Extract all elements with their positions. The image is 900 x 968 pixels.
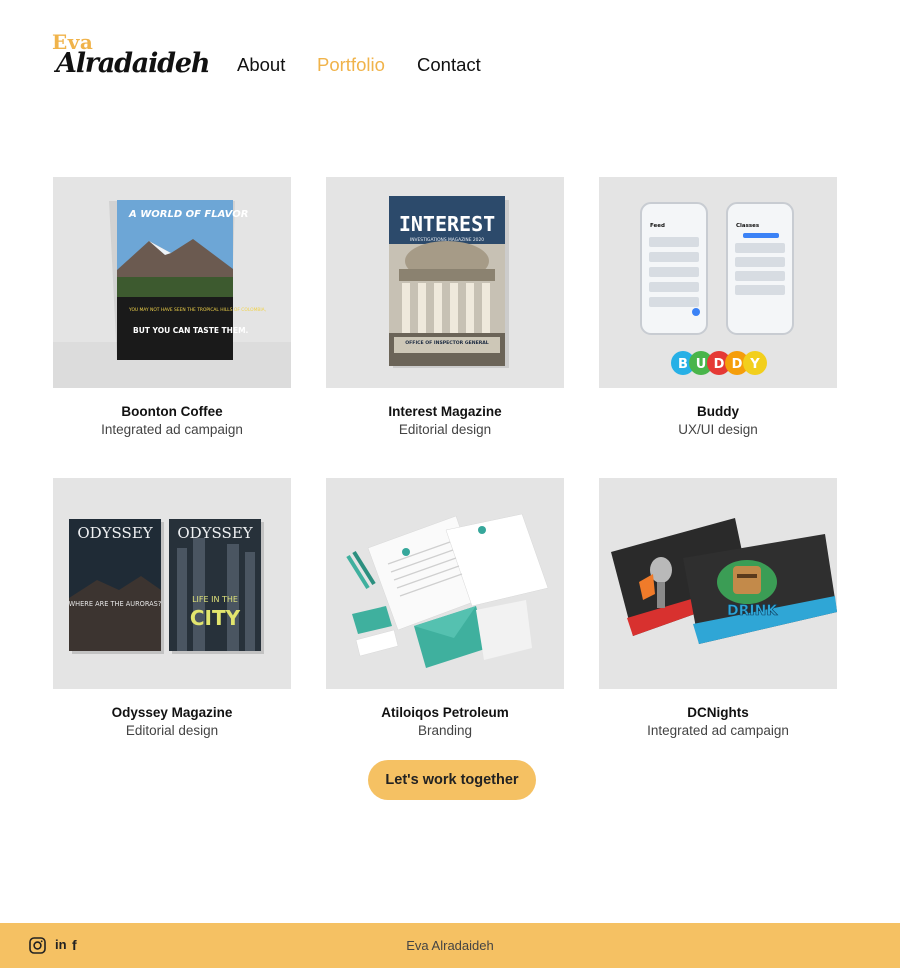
project-category: Branding bbox=[417, 723, 473, 738]
svg-text:OFFICE OF INSPECTOR GENERAL: OFFICE OF INSPECTOR GENERAL bbox=[405, 340, 489, 346]
logo-last-name: Alradaideh bbox=[56, 48, 210, 79]
portfolio-card-odyssey-magazine[interactable]: ODYSSEY ODYSSEY WHERE ARE THE AURORAS? L… bbox=[53, 478, 291, 738]
project-title: Interest Magazine bbox=[388, 404, 502, 419]
project-title: Boonton Coffee bbox=[121, 404, 223, 419]
buddy-logo: B U D D Y bbox=[671, 351, 767, 375]
feed-screen-title: Feed bbox=[650, 223, 665, 229]
svg-text:ODYSSEY: ODYSSEY bbox=[77, 524, 153, 542]
portfolio-card-dcnights[interactable]: DRINK DCNights Integrated ad campaign bbox=[599, 478, 837, 738]
svg-text:INVESTIGATIONS MAGAZINE 2020: INVESTIGATIONS MAGAZINE 2020 bbox=[410, 237, 484, 243]
nav-contact-link[interactable]: Contact bbox=[417, 54, 481, 76]
project-title: DCNights bbox=[687, 705, 749, 720]
svg-text:Y: Y bbox=[749, 357, 760, 372]
svg-text:WHERE ARE THE AURORAS?: WHERE ARE THE AURORAS? bbox=[69, 600, 162, 608]
project-category: Editorial design bbox=[398, 422, 492, 437]
site-footer: in f Eva Alradaideh bbox=[0, 923, 900, 968]
site-logo[interactable]: Eva Alradaideh bbox=[52, 30, 210, 82]
portfolio-card-interest-magazine[interactable]: INTEREST INVESTIGATIONS MAGAZINE 2020 OF… bbox=[326, 177, 564, 437]
svg-text:U: U bbox=[696, 357, 707, 372]
svg-text:A WORLD OF FLAVOR: A WORLD OF FLAVOR bbox=[128, 209, 248, 220]
svg-text:ODYSSEY: ODYSSEY bbox=[177, 524, 253, 542]
classes-screen-title: Classes bbox=[736, 223, 760, 229]
project-category: UX/UI design bbox=[678, 422, 758, 437]
portfolio-card-boonton-coffee[interactable]: A WORLD OF FLAVOR YOU MAY NOT HAVE SEEN … bbox=[53, 177, 291, 437]
portfolio-card-buddy[interactable]: Feed Classes B U D D Y Buddy UX/UI desig… bbox=[599, 177, 837, 437]
project-category: Integrated ad campaign bbox=[647, 723, 789, 738]
coffee-poster-image: A WORLD OF FLAVOR YOU MAY NOT HAVE SEEN … bbox=[53, 177, 291, 388]
odyssey-covers-image: ODYSSEY ODYSSEY WHERE ARE THE AURORAS? L… bbox=[53, 478, 291, 689]
project-thumbnail[interactable]: Feed Classes B U D D Y bbox=[599, 177, 837, 388]
project-thumbnail[interactable]: DRINK bbox=[599, 478, 837, 689]
svg-text:CITY: CITY bbox=[190, 606, 241, 630]
portfolio-card-atiloiqos-petroleum[interactable]: Atiloiqos Petroleum Branding bbox=[326, 478, 564, 738]
project-thumbnail[interactable]: INTEREST INVESTIGATIONS MAGAZINE 2020 OF… bbox=[326, 177, 564, 388]
nav-portfolio-link[interactable]: Portfolio bbox=[317, 54, 385, 76]
project-title: Buddy bbox=[697, 404, 739, 419]
svg-text:BUT YOU CAN TASTE THEM.: BUT YOU CAN TASTE THEM. bbox=[133, 326, 249, 335]
stationery-mockup-image bbox=[326, 478, 564, 689]
project-thumbnail[interactable]: ODYSSEY ODYSSEY WHERE ARE THE AURORAS? L… bbox=[53, 478, 291, 689]
svg-text:D: D bbox=[714, 357, 725, 372]
project-title: Odyssey Magazine bbox=[111, 705, 233, 720]
nav-about-link[interactable]: About bbox=[237, 54, 285, 76]
project-thumbnail[interactable] bbox=[326, 478, 564, 689]
svg-text:B: B bbox=[678, 357, 688, 372]
project-category: Editorial design bbox=[125, 723, 219, 738]
svg-text:LIFE IN THE: LIFE IN THE bbox=[192, 595, 238, 604]
drink-card-text: DRINK bbox=[727, 603, 778, 619]
svg-text:D: D bbox=[732, 357, 743, 372]
magazine-cover-image: INTEREST INVESTIGATIONS MAGAZINE 2020 OF… bbox=[326, 177, 564, 388]
lets-work-together-button[interactable]: Let's work together bbox=[368, 760, 536, 800]
project-category: Integrated ad campaign bbox=[101, 422, 243, 437]
footer-name: Eva Alradaideh bbox=[406, 938, 494, 953]
project-thumbnail[interactable]: A WORLD OF FLAVOR YOU MAY NOT HAVE SEEN … bbox=[53, 177, 291, 388]
svg-text:INTEREST: INTEREST bbox=[399, 212, 495, 236]
dcnights-cards-image: DRINK bbox=[599, 478, 837, 689]
svg-text:YOU MAY NOT HAVE SEEN THE TROP: YOU MAY NOT HAVE SEEN THE TROPICAL HILLS… bbox=[128, 307, 266, 313]
app-mockup-image: Feed Classes B U D D Y bbox=[599, 177, 837, 388]
project-title: Atiloiqos Petroleum bbox=[381, 705, 509, 720]
